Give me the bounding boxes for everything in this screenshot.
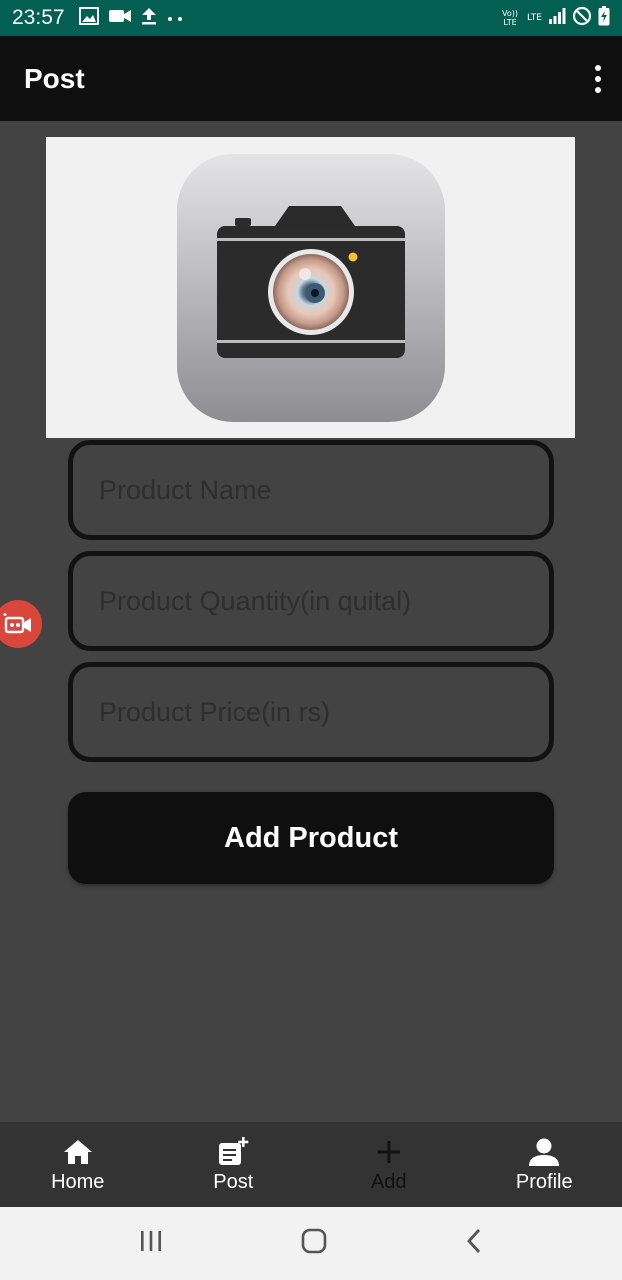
app-bar: Post: [0, 36, 622, 121]
product-quantity-input[interactable]: [99, 585, 523, 617]
nav-home[interactable]: Home: [0, 1122, 156, 1207]
product-price-input[interactable]: [99, 696, 523, 728]
camera-app-icon: [176, 153, 445, 422]
nav-add-label: Add: [370, 1171, 407, 1193]
nav-profile-label: Profile: [515, 1171, 573, 1193]
overflow-menu-icon[interactable]: [586, 62, 610, 96]
home-button-icon[interactable]: [300, 1227, 328, 1260]
battery-icon: [598, 5, 610, 31]
screen-record-button[interactable]: [0, 600, 42, 648]
do-not-disturb-icon: [572, 6, 592, 31]
bottom-navigation: Home Post Add Profile: [0, 1122, 622, 1207]
nav-post[interactable]: Post: [156, 1122, 312, 1207]
upload-icon: [141, 7, 157, 30]
nav-profile[interactable]: Profile: [467, 1122, 622, 1207]
video-camera-icon: [108, 9, 131, 28]
page-title: Post: [24, 62, 85, 94]
product-quantity-field[interactable]: [68, 551, 554, 651]
signal-icon: [548, 7, 566, 29]
product-image-picker[interactable]: [46, 137, 575, 438]
nav-post-label: Post: [213, 1171, 254, 1193]
person-icon: [528, 1135, 560, 1169]
more-notifications-icon: [167, 9, 183, 27]
volte-indicator: Vo)) LTE: [502, 9, 519, 27]
system-navigation-bar: [0, 1207, 622, 1280]
product-price-field[interactable]: [68, 662, 554, 762]
nav-add[interactable]: Add: [311, 1122, 467, 1207]
lte-indicator: LTE: [527, 12, 542, 23]
status-bar: 23:57 Vo)) LTE LTE: [0, 0, 622, 36]
post-add-icon: [217, 1135, 249, 1169]
add-product-button[interactable]: Add Product: [68, 792, 554, 884]
nav-home-label: Home: [51, 1171, 105, 1193]
plus-icon: [376, 1135, 402, 1169]
home-icon: [63, 1135, 93, 1169]
gallery-icon: [78, 6, 99, 30]
product-name-input[interactable]: [99, 474, 523, 506]
back-icon[interactable]: [464, 1228, 484, 1259]
product-name-field[interactable]: [68, 440, 554, 540]
status-time: 23:57: [12, 6, 65, 29]
recent-apps-icon[interactable]: [138, 1229, 164, 1258]
record-camera-icon: [3, 613, 31, 634]
